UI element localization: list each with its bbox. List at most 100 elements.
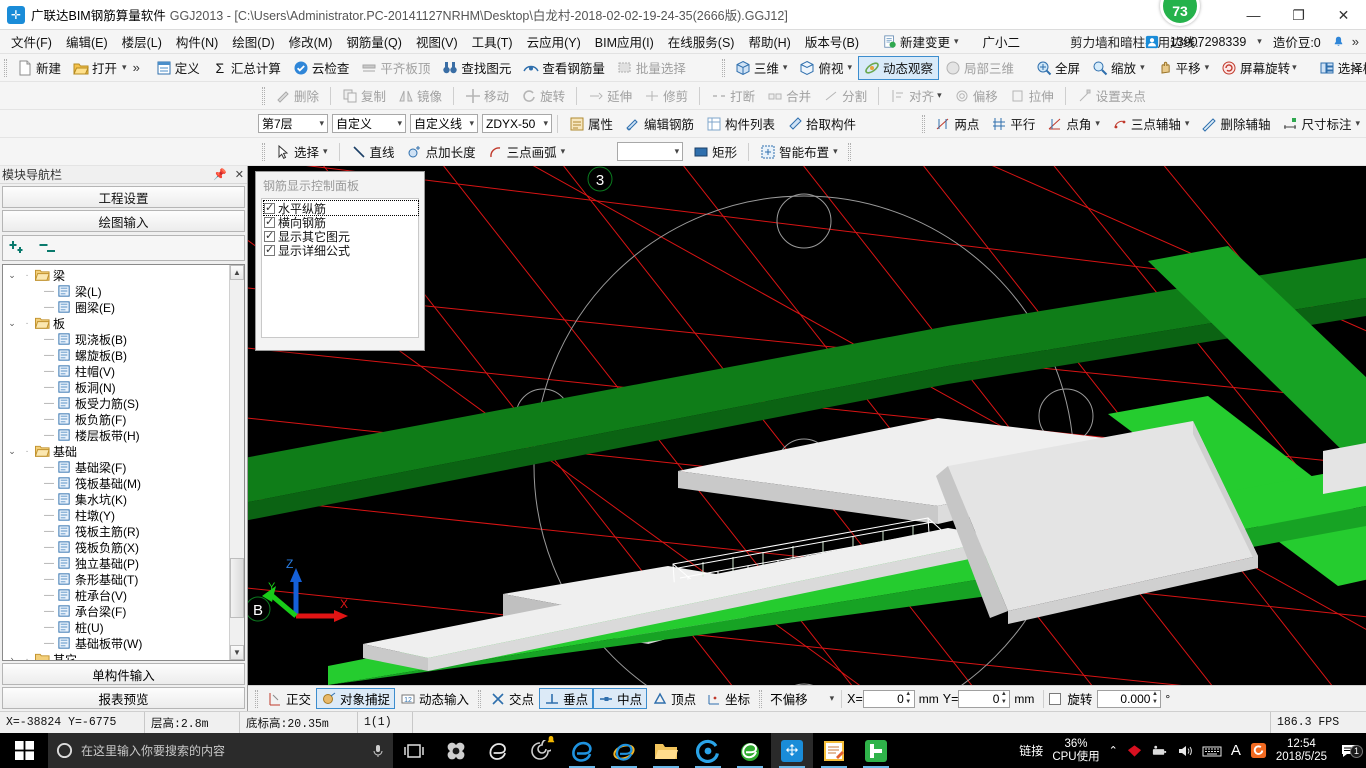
rotate-button[interactable]: 旋转 <box>515 84 571 108</box>
offset-button[interactable]: 偏移 <box>948 84 1004 108</box>
pan-button[interactable]: 平移 ▾ <box>1151 56 1216 80</box>
y-spinner[interactable]: ▲ ▼ <box>999 691 1008 707</box>
tree-item[interactable]: — 柱墩(Y) <box>3 507 229 523</box>
drawbar-grip[interactable] <box>255 689 258 708</box>
tree-item[interactable]: — 桩承台(V) <box>3 587 229 603</box>
properties-button[interactable]: 属性 <box>563 112 619 136</box>
tree-item[interactable]: — 圈梁(E) <box>3 299 229 315</box>
rotate-input[interactable]: 0.000 ▲ ▼ <box>1097 689 1162 708</box>
tree-scrollbar[interactable]: ▲ ▼ <box>229 265 244 660</box>
top-view-button[interactable]: 俯视 ▾ <box>793 56 858 80</box>
bean-count[interactable]: 造价豆:0 <box>1266 29 1328 54</box>
checkbox-icon[interactable] <box>264 201 275 214</box>
tree-item[interactable]: — 板受力筋(S) <box>3 395 229 411</box>
toolbar-grip-2[interactable] <box>721 58 725 77</box>
stretch-button[interactable]: 拉伸 <box>1004 84 1060 108</box>
checkbox-icon[interactable] <box>264 229 275 242</box>
tree-item[interactable]: — 现浇板(B) <box>3 331 229 347</box>
tree-item[interactable]: — 筏板负筋(X) <box>3 539 229 555</box>
phone-number[interactable]: 13907298339 <box>1163 32 1253 52</box>
toolbar-grip-6[interactable] <box>847 142 851 161</box>
tree-item[interactable]: — 板负筋(F) <box>3 411 229 427</box>
notification-center-button[interactable]: 1 <box>1336 743 1363 759</box>
score-badge[interactable]: 73 <box>1160 0 1200 26</box>
sogou-icon[interactable] <box>1250 742 1267 759</box>
align-button[interactable]: 对齐 ▾ <box>884 84 948 108</box>
move-button[interactable]: 移动 <box>459 84 515 108</box>
cloud-check-button[interactable]: 云检查 <box>287 56 356 80</box>
bell-icon[interactable] <box>1332 35 1345 49</box>
chevron-up-icon[interactable]: ⌃ <box>1109 744 1118 757</box>
tree-item[interactable]: — 板洞(N) <box>3 379 229 395</box>
smart-layout-button[interactable]: 智能布置 ▾ <box>754 140 844 164</box>
taskbar-app-notepad[interactable] <box>813 733 855 768</box>
tree-item[interactable]: — 基础板带(W) <box>3 635 229 651</box>
taskbar-clock[interactable]: 12:54 2018/5/25 <box>1276 738 1327 764</box>
toolbar-grip-5[interactable] <box>262 142 265 161</box>
toolbar-left-overflow[interactable]: » <box>133 60 140 75</box>
menu-cloud-app[interactable]: 云应用(Y) <box>520 29 588 54</box>
menu-file[interactable]: 文件(F) <box>4 29 59 54</box>
fullscreen-button[interactable]: 全屏 <box>1030 56 1086 80</box>
align-slab-top-button[interactable]: 平齐板顶 <box>355 56 436 80</box>
link-label[interactable]: 链接 <box>1019 742 1043 759</box>
select-tool-button[interactable]: 选择 ▾ <box>269 140 334 164</box>
minimize-button[interactable]: — <box>1231 0 1276 30</box>
tree-item[interactable]: — 桩(U) <box>3 619 229 635</box>
split-button[interactable]: 分割 <box>817 84 873 108</box>
checkbox-icon[interactable] <box>264 215 275 228</box>
windows-start-icon[interactable] <box>0 733 48 768</box>
tree-item[interactable]: — 筏板基础(M) <box>3 475 229 491</box>
toolbar-right-overflow[interactable]: » <box>1349 60 1364 75</box>
parallel-axis-button[interactable]: 平行 <box>985 112 1041 136</box>
pick-member-button[interactable]: 拾取构件 <box>781 112 862 136</box>
toolbar-grip-3[interactable] <box>262 86 265 105</box>
delete-axis-button[interactable]: 删除辅轴 <box>1195 112 1276 136</box>
taskbar-app-ie[interactable] <box>603 733 645 768</box>
tree-folder[interactable]: › · 其它 <box>3 651 229 660</box>
drawbar-grip-2[interactable] <box>478 689 482 708</box>
batch-select-button[interactable]: 批量选择 <box>611 56 692 80</box>
menu-modify[interactable]: 修改(M) <box>282 29 340 54</box>
partial-3d-button[interactable]: 局部三维 <box>939 56 1020 80</box>
edit-rebar-button[interactable]: 编辑钢筋 <box>619 112 700 136</box>
pin-icon[interactable]: 📌 <box>213 168 227 181</box>
point-length-button[interactable]: 点加长度 <box>401 140 482 164</box>
three-point-axis-button[interactable]: 三点辅轴 ▾ <box>1106 112 1196 136</box>
perpendicular-snap-toggle[interactable]: 垂点 <box>539 688 594 709</box>
draw-mode-combo[interactable]: ▾ <box>617 142 684 161</box>
search-input[interactable]: 在这里输入你要搜索的内容 <box>48 733 393 768</box>
offset-mode-select[interactable]: 不偏移 ▾ <box>766 689 836 708</box>
microphone-icon[interactable] <box>371 743 385 759</box>
taskbar-app-edge-legacy[interactable] <box>477 733 519 768</box>
menu-version[interactable]: 版本号(B) <box>798 29 866 54</box>
add-plus-icon[interactable] <box>9 240 29 256</box>
open-button[interactable]: 打开 ▾ <box>67 56 133 80</box>
tree-folder[interactable]: ⌄ · 板 <box>3 315 229 331</box>
tree-item[interactable]: — 筏板主筋(R) <box>3 523 229 539</box>
two-point-axis-button[interactable]: 两点 <box>929 112 985 136</box>
three-point-arc-button[interactable]: 三点画弧 ▾ <box>482 140 572 164</box>
menu-edit[interactable]: 编辑(E) <box>59 29 115 54</box>
task-view-icon[interactable] <box>393 733 435 768</box>
mirror-button[interactable]: 镜像 <box>392 84 448 108</box>
midpoint-snap-toggle[interactable]: 中点 <box>593 688 648 709</box>
menu-help[interactable]: 帮助(H) <box>741 29 797 54</box>
scroll-thumb[interactable] <box>230 557 244 618</box>
dynamic-orbit-button[interactable]: 动态观察 <box>858 55 940 80</box>
view-3d-button[interactable]: 三维 ▾ <box>729 56 794 80</box>
taskbar-app-fan[interactable] <box>435 733 477 768</box>
define-button[interactable]: 定义 <box>150 56 206 80</box>
maximize-button[interactable]: ❐ <box>1276 0 1321 30</box>
close-button[interactable]: ✕ <box>1321 0 1366 30</box>
rotate-checkbox[interactable] <box>1049 692 1062 705</box>
extend-button[interactable]: 延伸 <box>582 84 638 108</box>
point-angle-button[interactable]: 点角 ▾ <box>1041 112 1106 136</box>
single-member-input-button[interactable]: 单构件输入 <box>2 663 245 685</box>
tree-item[interactable]: — 梁(L) <box>3 283 229 299</box>
tree-item[interactable]: — 独立基础(P) <box>3 555 229 571</box>
x-spinner[interactable]: ▲ ▼ <box>904 691 913 707</box>
close-icon[interactable]: ✕ <box>235 168 244 181</box>
dimension-button[interactable]: 尺寸标注 ▾ <box>1276 112 1366 136</box>
delete-button[interactable]: 删除 <box>269 84 325 108</box>
